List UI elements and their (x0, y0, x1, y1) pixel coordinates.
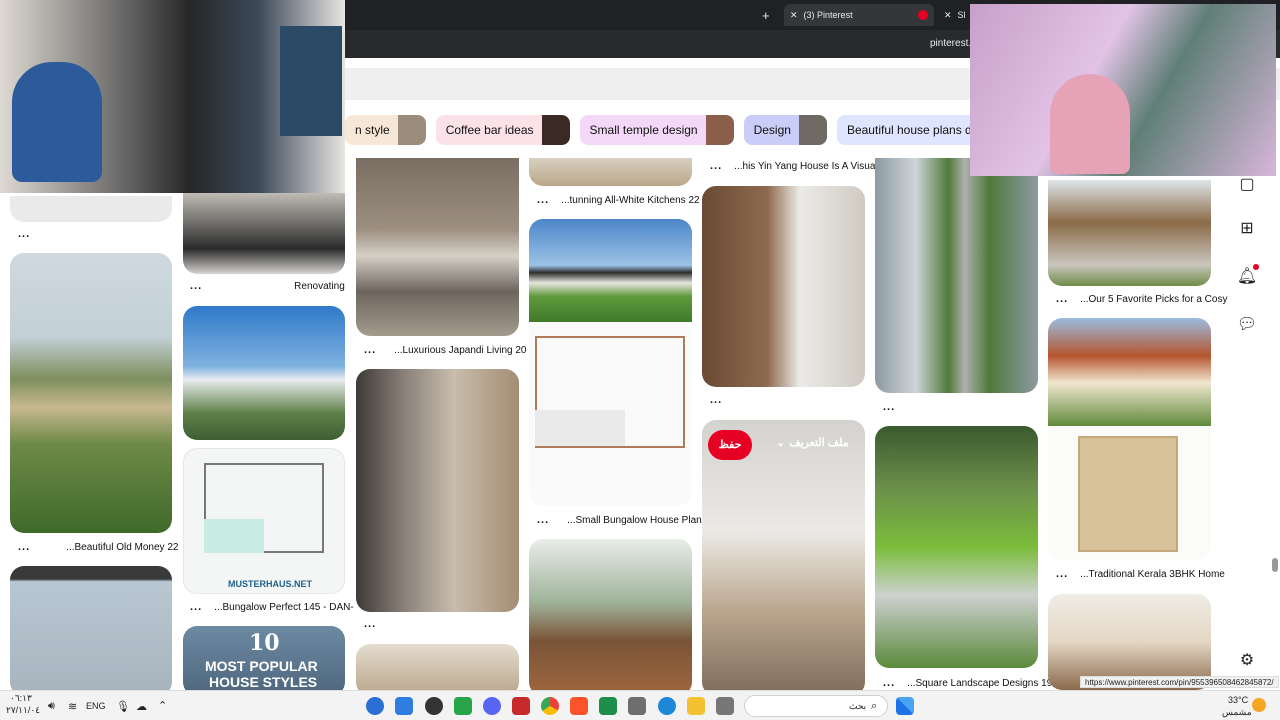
weather-temp: 33°C (1228, 695, 1249, 705)
close-tab-icon[interactable]: ✕ (944, 10, 952, 21)
task-view-icon[interactable] (716, 697, 734, 715)
edge-icon[interactable] (658, 697, 676, 715)
pin-caption: ... ...Small Bungalow House Plan (537, 514, 702, 526)
microphone-icon[interactable]: 🎙︎ (116, 700, 130, 713)
floor-plan-highlight (204, 519, 264, 553)
webcam-overlay-left (0, 0, 345, 193)
tab-pinterest[interactable]: ✕ (3) Pinterest (784, 4, 934, 26)
musterhaus-logo: MUSTERHAUS.NET (228, 579, 313, 589)
pill-coffee-bar-ideas[interactable]: Coffee bar ideas (435, 115, 570, 145)
pin-caption: ... Renovating (190, 280, 345, 292)
pill-design[interactable]: Design (743, 115, 827, 145)
pin-caption: ... ...Beautiful Old Money 22 (18, 541, 179, 553)
discord-icon[interactable] (483, 697, 501, 715)
pin-old-money-estate[interactable] (10, 253, 172, 533)
idea-pill-bar: n style Coffee bar ideas Small temple de… (345, 112, 970, 148)
store-icon[interactable] (628, 697, 646, 715)
pin-caption: ... ...Our 5 Favorite Picks for a Cosy (1056, 293, 1228, 305)
file-explorer-icon[interactable] (687, 697, 705, 715)
speaker-icon[interactable]: 🔊︎ (48, 700, 55, 713)
start-icon[interactable] (896, 697, 914, 715)
app-icon[interactable] (366, 697, 384, 715)
pin-save-button[interactable]: حفظ (708, 430, 752, 460)
page-scrollbar[interactable] (1272, 558, 1278, 572)
person-figure (1050, 74, 1130, 174)
pin-wooden-deck[interactable] (529, 539, 692, 696)
pin-image[interactable] (10, 196, 172, 222)
pin-yin-yang-kitchen[interactable] (702, 186, 865, 387)
taskbar: ٠٦:١٣ ٢٧/١١/٠٤ 🔊︎ ≋ ENG 🎙︎ ☁ ⌃ بحث ⌕ 33°… (0, 690, 1280, 720)
tab-next[interactable]: ✕ Sl (944, 4, 966, 26)
pin-caption: ... ...Square Landscape Designs 19 (883, 677, 1053, 689)
pill-small-temple-design[interactable]: Small temple design (579, 115, 734, 145)
notification-dot (1253, 264, 1259, 270)
updates-icon[interactable]: ▢ (1236, 174, 1258, 196)
status-url: https://www.pinterest.com/pin/9553965084… (1080, 676, 1279, 688)
pin-cosy-patio[interactable] (1048, 180, 1211, 286)
person-figure (12, 62, 102, 182)
app-icon[interactable] (599, 697, 617, 715)
new-tab-button[interactable]: + (762, 4, 770, 26)
cloud-icon[interactable]: ☁ (136, 700, 147, 713)
pill-n-style[interactable]: n style (345, 115, 426, 145)
weather-desc: مشمس (1222, 707, 1252, 717)
pin-more[interactable]: ... (364, 618, 376, 630)
monitor-screen (280, 26, 342, 136)
pin-caption: ... ...his Yin Yang House Is A Visual (710, 160, 878, 172)
pin-most-popular-house-styles[interactable]: 10 MOST POPULAR HOUSE STYLES (183, 626, 345, 696)
pill-beautiful-house-plans[interactable]: Beautiful house plans dream (836, 115, 970, 145)
floor-plan-drawing (1078, 436, 1178, 552)
pin-kerala-home-plan[interactable] (1048, 426, 1211, 560)
pin-caption: ... ...tunning All-White Kitchens 22 (537, 194, 700, 206)
pin-white-kitchen[interactable] (529, 158, 692, 186)
chevron-up-icon[interactable]: ⌃ (158, 699, 167, 712)
chrome-icon[interactable] (541, 697, 559, 715)
app-icon[interactable] (425, 697, 443, 715)
sun-icon (1252, 698, 1266, 712)
taskbar-search[interactable]: بحث ⌕ (744, 695, 888, 717)
pin-caption: ... ...Traditional Kerala 3BHK Home (1056, 568, 1225, 580)
pin-more[interactable]: ... (710, 394, 722, 406)
pin-renovating[interactable] (183, 190, 345, 274)
pin-caption: ... ...Luxurious Japandi Living 20 (364, 344, 527, 356)
wifi-icon[interactable]: ≋ (68, 700, 77, 713)
webcam-overlay-right (970, 4, 1276, 176)
create-icon[interactable]: ⊞ (1236, 218, 1258, 240)
app-icon[interactable] (454, 697, 472, 715)
tab-title: (3) Pinterest (803, 10, 853, 20)
pin-interior[interactable] (356, 644, 519, 696)
pin-small-bungalow-plan[interactable] (529, 322, 692, 506)
pin-small-bungalow-photo[interactable] (529, 219, 692, 322)
pin-more[interactable]: ... (18, 228, 30, 240)
pin-more[interactable]: ... (883, 401, 895, 413)
pin-caption: ... ...Bungalow Perfect 145 - DAN- (190, 601, 354, 613)
pinterest-favicon-icon (918, 10, 928, 20)
pin-square-landscape[interactable] (875, 426, 1038, 668)
url-text: pinterest. (930, 38, 972, 49)
pin-kerala-home-photo[interactable] (1048, 318, 1211, 426)
pin-bungalow-house[interactable] (183, 306, 345, 440)
pin-balcony-view[interactable] (10, 566, 172, 696)
pin-hallway-bench[interactable] (356, 369, 519, 612)
messages-icon[interactable]: 💬︎ (1236, 314, 1258, 336)
pin-garden-path[interactable] (875, 158, 1038, 393)
app-icon[interactable] (395, 697, 413, 715)
taskbar-time: ٠٦:١٣ (10, 693, 32, 703)
pin-modern-kitchen-hover[interactable]: حفظ ⌄ ملف التعريف (702, 420, 865, 696)
brave-icon[interactable] (570, 697, 588, 715)
language-indicator[interactable]: ENG (86, 701, 106, 711)
pin-bungalow-plan[interactable]: MUSTERHAUS.NET (183, 448, 345, 594)
profile-select[interactable]: ⌄ ملف التعريف (776, 436, 849, 449)
app-icon[interactable] (512, 697, 530, 715)
taskbar-date: ٢٧/١١/٠٤ (6, 705, 41, 715)
close-tab-icon[interactable]: ✕ (790, 10, 798, 21)
settings-gear-icon[interactable]: ⚙ (1236, 650, 1258, 672)
floor-plan-room (535, 410, 625, 446)
pin-japandi-living[interactable] (356, 158, 519, 336)
chevron-down-icon: ⌄ (776, 437, 786, 449)
search-icon: ⌕ (871, 700, 878, 712)
